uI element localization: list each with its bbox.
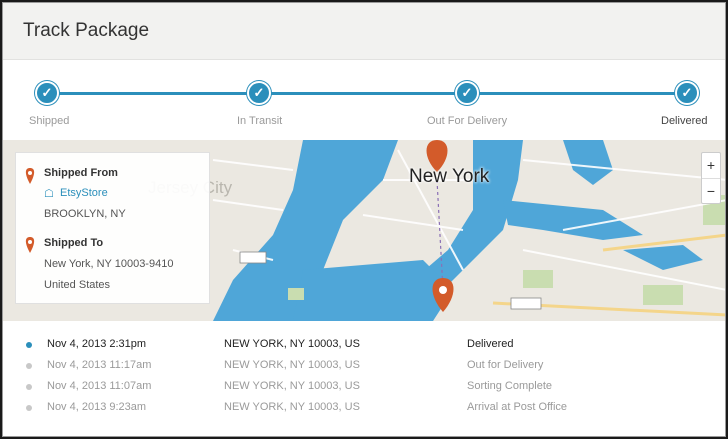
event-date: Nov 4, 2013 11:07am bbox=[47, 380, 152, 392]
event-status: Arrival at Post Office bbox=[467, 401, 568, 413]
step-shipped-check-icon: ✓ bbox=[35, 81, 59, 105]
track-package-card: Track Package ✓ ✓ ✓ ✓ Shipped In Transit… bbox=[2, 2, 726, 437]
step-label-delivered: Delivered bbox=[661, 115, 708, 127]
status-dot-icon bbox=[26, 363, 32, 369]
event-location: NEW YORK, NY 10003, US bbox=[224, 338, 360, 350]
event-location: NEW YORK, NY 10003, US bbox=[224, 380, 360, 392]
progress-tracker: ✓ ✓ ✓ ✓ Shipped In Transit Out For Deliv… bbox=[3, 60, 725, 140]
event-status: Out for Delivery bbox=[467, 359, 544, 371]
origin-pin-icon bbox=[25, 168, 35, 184]
zoom-in-button[interactable]: + bbox=[702, 153, 720, 178]
event-date: Nov 4, 2013 11:17am bbox=[47, 359, 152, 371]
zoom-controls: + − bbox=[701, 152, 721, 204]
shipped-to-label: Shipped To bbox=[44, 237, 104, 249]
step-label-shipped: Shipped bbox=[29, 115, 70, 127]
event-row: Nov 4, 2013 2:31pm NEW YORK, NY 10003, U… bbox=[3, 336, 725, 356]
event-status: Delivered bbox=[467, 338, 514, 350]
event-status: Sorting Complete bbox=[467, 380, 552, 392]
step-in-transit-check-icon: ✓ bbox=[247, 81, 271, 105]
step-out-for-delivery-check-icon: ✓ bbox=[455, 81, 479, 105]
shipment-info-panel: Shipped From ☖ EtsyStore BROOKLYN, NY Sh… bbox=[15, 152, 210, 304]
event-location: NEW YORK, NY 10003, US bbox=[224, 401, 360, 413]
page-title: Track Package bbox=[23, 20, 150, 41]
destination-address: New York, NY 10003-9410 bbox=[44, 258, 174, 270]
origin-city: BROOKLYN, NY bbox=[44, 208, 126, 220]
status-dot-icon bbox=[26, 405, 32, 411]
event-location: NEW YORK, NY 10003, US bbox=[224, 359, 360, 371]
map[interactable]: Jersey City New York + − Shipped From ☖ … bbox=[3, 140, 725, 321]
event-date: Nov 4, 2013 2:31pm bbox=[47, 338, 147, 350]
store-icon: ☖ bbox=[44, 188, 54, 200]
status-dot-icon bbox=[26, 384, 32, 390]
event-row: Nov 4, 2013 9:23am NEW YORK, NY 10003, U… bbox=[3, 399, 725, 419]
event-date: Nov 4, 2013 9:23am bbox=[47, 401, 147, 413]
event-row: Nov 4, 2013 11:17am NEW YORK, NY 10003, … bbox=[3, 357, 725, 377]
store-link[interactable]: EtsyStore bbox=[60, 187, 108, 199]
step-label-out-for-delivery: Out For Delivery bbox=[427, 115, 508, 127]
city-label-new-york: New York bbox=[409, 166, 490, 187]
zoom-out-button[interactable]: − bbox=[702, 178, 720, 203]
destination-country: United States bbox=[44, 279, 111, 291]
step-delivered-check-icon: ✓ bbox=[675, 81, 699, 105]
header: Track Package bbox=[3, 3, 725, 60]
destination-pin-icon bbox=[25, 237, 35, 253]
event-row: Nov 4, 2013 11:07am NEW YORK, NY 10003, … bbox=[3, 378, 725, 398]
progress-line bbox=[47, 92, 689, 95]
shipped-from-label: Shipped From bbox=[44, 167, 118, 179]
status-dot-icon bbox=[26, 342, 32, 348]
step-label-in-transit: In Transit bbox=[237, 115, 283, 127]
